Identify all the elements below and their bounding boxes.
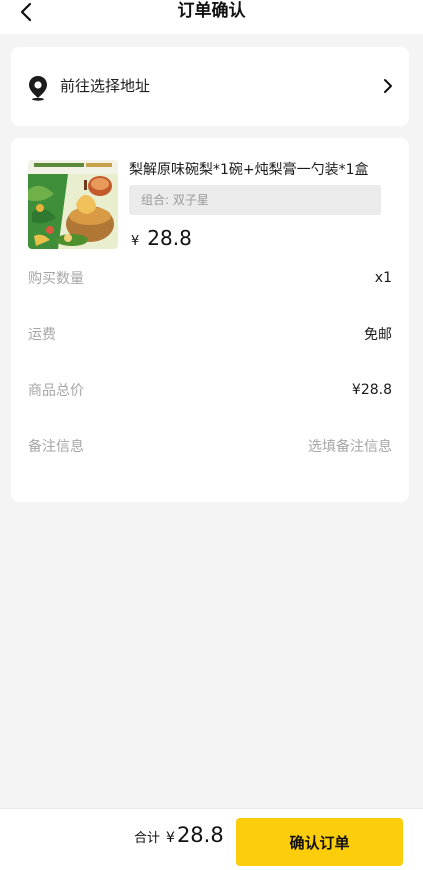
- subtotal-value: ¥28.8: [351, 382, 392, 398]
- product-price: ¥ 28.8: [131, 226, 192, 250]
- header: 订单确认: [0, 0, 423, 34]
- total-value: 28.8: [176, 823, 224, 847]
- quantity-value: x1: [374, 270, 392, 286]
- row-remark[interactable]: 备注信息 选填备注信息: [28, 435, 392, 457]
- remark-input[interactable]: 选填备注信息: [308, 436, 392, 456]
- shipping-label: 运费: [28, 327, 56, 343]
- address-label: 前往选择地址: [60, 77, 151, 95]
- chevron-right-icon: [384, 79, 392, 93]
- row-quantity: 购买数量 x1: [28, 267, 392, 289]
- bottom-bar: 合计 ¥ 28.8 确认订单: [0, 808, 423, 870]
- address-selector[interactable]: 前往选择地址: [11, 47, 409, 126]
- quantity-label: 购买数量: [28, 271, 84, 287]
- order-card: 梨解原味碗梨*1碗+炖梨膏一勺装*1盒 组合: 双子星 ¥ 28.8 购买数量 …: [11, 138, 409, 502]
- product-name: 梨解原味碗梨*1碗+炖梨膏一勺装*1盒: [129, 162, 369, 178]
- product-variant: 组合: 双子星: [129, 185, 381, 215]
- row-subtotal: 商品总价 ¥28.8: [28, 379, 392, 401]
- remark-label: 备注信息: [28, 439, 84, 455]
- product-image: [28, 160, 118, 249]
- total-label: 合计: [134, 831, 161, 846]
- row-shipping: 运费 免邮: [28, 323, 392, 345]
- page-title: 订单确认: [177, 1, 246, 21]
- order-total: 合计 ¥ 28.8: [134, 823, 224, 851]
- confirm-order-button[interactable]: 确认订单: [236, 818, 403, 866]
- location-pin-icon: [29, 76, 47, 101]
- price-currency: ¥: [131, 234, 140, 249]
- shipping-value: 免邮: [364, 327, 392, 343]
- subtotal-label: 商品总价: [28, 383, 84, 399]
- total-currency: ¥: [166, 830, 175, 846]
- price-value: 28.8: [147, 226, 192, 250]
